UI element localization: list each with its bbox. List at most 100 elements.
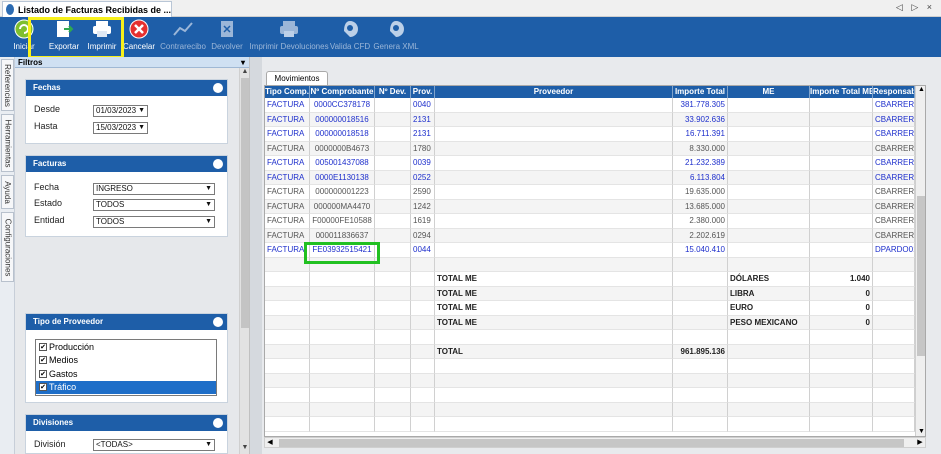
table-row[interactable]: FACTURA 000000018518 2131 16.711.391 CBARRER… (265, 127, 925, 142)
table-row[interactable] (265, 373, 925, 388)
side-tab-herramientas[interactable]: Herramientas (1, 114, 14, 172)
table-row[interactable]: FACTURA0000000B4673 1780 8.330.000 CBARRERA (265, 141, 925, 156)
imprimir-devoluciones-button[interactable]: Imprimir Devoluciones (249, 19, 329, 57)
grid-vertical-scrollbar[interactable]: ▲ ▼ (915, 86, 925, 436)
pin-icon[interactable]: ▾ (241, 57, 245, 68)
table-row[interactable] (265, 257, 925, 272)
table-cell: CBARRERA (873, 127, 915, 142)
facturas-header[interactable]: Facturas (26, 156, 227, 172)
checkbox-checked-icon[interactable]: ✔ (39, 342, 47, 351)
scroll-up-icon[interactable]: ▲ (916, 86, 925, 96)
cancelar-button[interactable]: Cancelar (122, 19, 156, 57)
col-responsable[interactable]: Responsab (873, 86, 915, 98)
table-cell (265, 373, 310, 388)
table-row[interactable]: TOTAL 961.895.136 (265, 344, 925, 359)
table-cell (265, 402, 310, 417)
chart-icon (172, 19, 194, 39)
iniciar-button[interactable]: Iniciar (10, 19, 38, 57)
table-row[interactable]: FACTURA F00000FE10588 1619 2.380.000 CBARRER… (265, 214, 925, 229)
table-row[interactable] (265, 417, 925, 432)
col-dev[interactable]: Nº Dev. (375, 86, 411, 98)
table-cell (810, 170, 873, 185)
table-cell: 1780 (411, 141, 435, 156)
list-item-gastos[interactable]: ✔ Gastos (36, 367, 216, 381)
table-row[interactable]: FACTURA000011836637 0294 2.202.619 CBARRERA (265, 228, 925, 243)
imprimir-button[interactable]: Imprimir (85, 19, 119, 57)
table-row[interactable] (265, 402, 925, 417)
divisiones-header[interactable]: Divisiones (26, 415, 227, 431)
table-row[interactable]: FACTURA 000000001223 2590 19.635.000 CBARRER… (265, 185, 925, 200)
tipo-proveedor-list[interactable]: ✔ Producción ✔ Medios ✔ Gastos ✔ Tráfico (35, 339, 217, 396)
genera-xml-button[interactable]: Genera XML (373, 19, 419, 57)
tab-movimientos[interactable]: Movimientos (266, 71, 328, 85)
col-me[interactable]: ME (728, 86, 810, 98)
checkbox-checked-icon[interactable]: ✔ (39, 369, 47, 378)
side-tab-ayuda[interactable]: Ayuda (1, 175, 14, 209)
fechas-header[interactable]: Fechas (26, 80, 227, 96)
table-cell (375, 185, 411, 200)
table-row[interactable] (265, 388, 925, 403)
fecha-label: Fecha (34, 182, 60, 192)
table-row[interactable]: FACTURA FE03932515421 0044 15.040.410 DPARDO… (265, 243, 925, 258)
side-tab-configuraciones[interactable]: Configuraciones (1, 212, 14, 282)
table-row[interactable]: FACTURA0000E1130138 0252 6.113.804 CBARRERA (265, 170, 925, 185)
col-proveedor[interactable]: Proveedor (435, 86, 673, 98)
scroll-left-icon[interactable]: ◀ (265, 438, 275, 448)
table-row[interactable]: FACTURA 000000018516 2131 33.902.636 CBARRER… (265, 112, 925, 127)
scroll-right-icon[interactable]: ▶ (915, 438, 925, 448)
filters-scrollbar[interactable]: ▲ ▼ (239, 68, 249, 454)
table-row[interactable] (265, 330, 925, 345)
list-item-medios[interactable]: ✔ Medios (36, 354, 216, 368)
division-select[interactable]: <TODAS> ▼ (93, 439, 215, 451)
list-item-produccion[interactable]: ✔ Producción (36, 340, 216, 354)
main-area: Movimientos Tipo Comp. Nº Comprobante Nº… (262, 57, 941, 454)
table-cell: 1619 (411, 214, 435, 229)
scroll-thumb[interactable] (279, 439, 904, 447)
table-cell: CBARRERA (873, 170, 915, 185)
hasta-date-field[interactable]: 15/03/2023 ▼ (93, 122, 148, 134)
table-row[interactable]: TOTAL ME LIBRA 0 (265, 286, 925, 301)
estado-select[interactable]: TODOS ▼ (93, 199, 215, 211)
table-cell: 8.330.000 (673, 141, 728, 156)
window-tab[interactable]: Listado de Facturas Recibidas de ... (2, 1, 172, 17)
side-tab-referencias[interactable]: Referencias (1, 59, 14, 111)
devolver-button[interactable]: Devolver (210, 19, 244, 57)
col-importe-total[interactable]: Importe Total (673, 86, 728, 98)
fecha-select[interactable]: INGRESO ▼ (93, 183, 215, 195)
collapse-icon[interactable] (213, 317, 223, 327)
tipo-proveedor-header[interactable]: Tipo de Proveedor (26, 314, 227, 330)
table-row[interactable]: TOTAL ME PESO MEXICANO 0 (265, 315, 925, 330)
list-item-trafico[interactable]: ✔ Tráfico (36, 380, 216, 394)
table-row[interactable]: FACTURA 000000MA4470 1242 13.685.000 CBARRER… (265, 199, 925, 214)
table-row[interactable] (265, 359, 925, 374)
desde-date-field[interactable]: 01/03/2023 ▼ (93, 105, 148, 117)
scroll-thumb[interactable] (241, 78, 249, 328)
collapse-icon[interactable] (213, 418, 223, 428)
table-row[interactable]: TOTAL ME EURO 0 (265, 301, 925, 316)
checkbox-checked-icon[interactable]: ✔ (39, 383, 47, 392)
table-row[interactable]: FACTURA 005001437088 0039 21.232.389 CBARRER… (265, 156, 925, 171)
table-cell: 0039 (411, 156, 435, 171)
table-cell: CBARRERA (873, 112, 915, 127)
collapse-icon[interactable] (213, 83, 223, 93)
window-controls[interactable]: ◁ ▷ × (896, 2, 935, 13)
checkbox-checked-icon[interactable]: ✔ (39, 356, 47, 365)
table-cell: 0044 (411, 243, 435, 258)
col-prov[interactable]: Prov. (411, 86, 435, 98)
col-comprobante[interactable]: Nº Comprobante (310, 86, 375, 98)
contrarecibo-button[interactable]: Contrarecibo (159, 19, 207, 57)
scroll-thumb[interactable] (917, 196, 925, 356)
entidad-select[interactable]: TODOS ▼ (93, 216, 215, 228)
table-cell (375, 243, 411, 258)
table-cell (411, 286, 435, 301)
valida-cfd-button[interactable]: Valida CFD (330, 19, 370, 57)
col-tipo-comp[interactable]: Tipo Comp. (265, 86, 310, 98)
grid-horizontal-scrollbar[interactable]: ◀ ▶ (264, 437, 926, 448)
exportar-button[interactable]: Exportar (46, 19, 82, 57)
scroll-down-icon[interactable]: ▼ (916, 428, 925, 436)
splitter[interactable] (249, 57, 262, 454)
table-row[interactable]: TOTAL ME DÓLARES 1.040 (265, 272, 925, 287)
collapse-icon[interactable] (213, 159, 223, 169)
table-row[interactable]: FACTURA 0000CC378178 0040 381.778.305 CBARRE… (265, 98, 925, 113)
col-importe-total-me[interactable]: Importe Total ME (810, 86, 873, 98)
